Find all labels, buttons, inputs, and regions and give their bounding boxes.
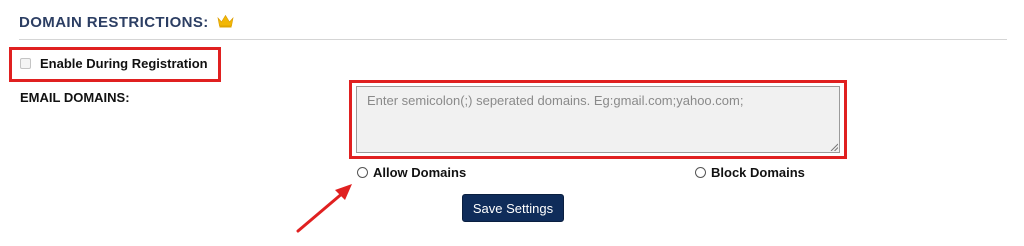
block-domains-radio[interactable] xyxy=(695,167,706,178)
enable-registration-row[interactable]: Enable During Registration xyxy=(20,56,208,71)
resize-grip-icon[interactable] xyxy=(830,143,838,151)
allow-domains-radio[interactable] xyxy=(357,167,368,178)
email-domains-textarea[interactable]: Enter semicolon(;) seperated domains. Eg… xyxy=(356,86,840,153)
crown-icon xyxy=(217,14,234,28)
email-domains-label: EMAIL DOMAINS: xyxy=(20,90,130,105)
allow-domains-label[interactable]: Allow Domains xyxy=(373,165,466,180)
arrow-icon xyxy=(296,184,352,233)
block-domains-option[interactable]: Block Domains xyxy=(695,165,805,180)
section-header: DOMAIN RESTRICTIONS: xyxy=(19,14,234,31)
allow-domains-option[interactable]: Allow Domains xyxy=(357,165,466,180)
enable-registration-label[interactable]: Enable During Registration xyxy=(40,56,208,71)
section-divider xyxy=(19,39,1007,40)
section-title: DOMAIN RESTRICTIONS: xyxy=(19,14,209,31)
enable-registration-checkbox[interactable] xyxy=(20,58,31,69)
save-settings-button[interactable]: Save Settings xyxy=(462,194,564,222)
email-domains-placeholder: Enter semicolon(;) seperated domains. Eg… xyxy=(367,93,744,108)
domain-restrictions-panel: DOMAIN RESTRICTIONS: Enable During Regis… xyxy=(0,0,1024,246)
block-domains-label[interactable]: Block Domains xyxy=(711,165,805,180)
